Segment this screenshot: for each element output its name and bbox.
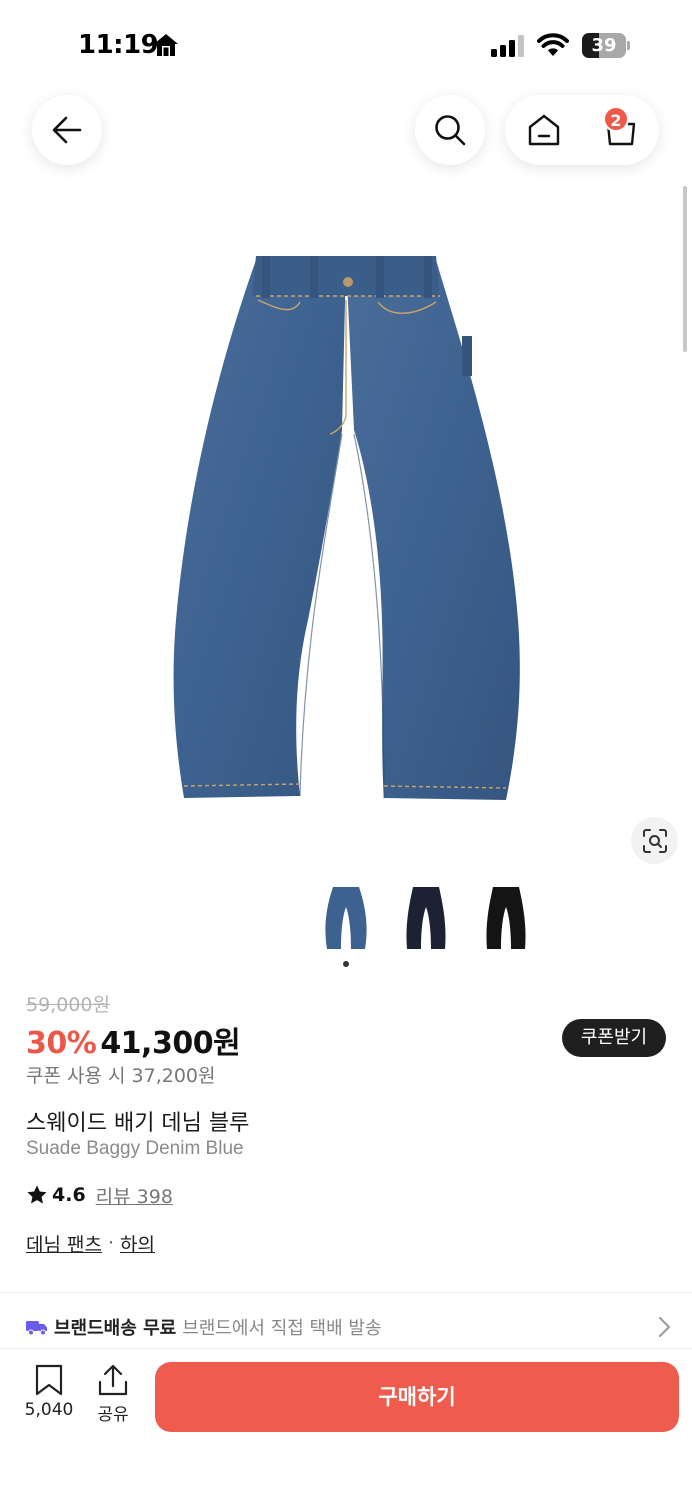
signal-icon	[491, 35, 525, 61]
thumbnail-black[interactable]	[476, 880, 536, 956]
thumbnail-blue[interactable]	[316, 880, 376, 956]
shipping-info-row[interactable]: 브랜드배송 무료 브랜드에서 직접 택배 발송	[26, 1312, 671, 1342]
rating-row: 4.6 리뷰 398	[26, 1181, 173, 1209]
delivery-truck-icon	[26, 1321, 47, 1336]
rating-value: 4.6	[52, 1184, 86, 1206]
shipping-title: 브랜드배송 무료	[54, 1318, 177, 1339]
home-cart-group: 2	[505, 95, 659, 165]
image-search-button[interactable]	[631, 817, 678, 864]
category-link-denim-pants[interactable]: 데님 팬츠	[26, 1230, 102, 1257]
share-icon	[98, 1364, 128, 1396]
search-icon	[435, 115, 466, 146]
product-name-en: Suade Baggy Denim Blue	[26, 1138, 244, 1159]
status-bar: 11:19 39	[0, 0, 692, 90]
share-label: 공유	[97, 1405, 129, 1425]
get-coupon-button[interactable]: 쿠폰받기	[562, 1019, 666, 1057]
category-breadcrumb: 데님 팬츠 · 하의	[26, 1229, 155, 1257]
search-button[interactable]	[415, 95, 485, 165]
cart-count-badge: 2	[603, 106, 629, 132]
share-button[interactable]: 공유	[94, 1364, 132, 1425]
sale-price: 41,300원	[100, 1026, 241, 1061]
review-link[interactable]: 리뷰 398	[96, 1182, 173, 1209]
page-indicator-dot	[343, 961, 349, 967]
bookmark-button[interactable]: 5,040	[22, 1364, 76, 1420]
lens-scan-icon	[642, 828, 667, 853]
bookmark-icon	[35, 1364, 63, 1396]
star-icon	[27, 1185, 47, 1204]
buy-button[interactable]: 구매하기	[155, 1362, 679, 1432]
thumbnail-navy[interactable]	[396, 880, 456, 956]
original-price: 59,000원	[26, 994, 110, 1016]
section-divider	[0, 1292, 692, 1293]
shipping-description: 브랜드에서 직접 택배 발송	[182, 1318, 382, 1339]
status-time: 11:19	[78, 30, 159, 60]
battery-indicator: 39	[582, 33, 630, 58]
category-link-bottoms[interactable]: 하의	[120, 1230, 155, 1257]
bookmark-count: 5,040	[24, 1400, 74, 1420]
back-button[interactable]	[32, 95, 102, 165]
battery-level-text: 39	[591, 35, 617, 56]
coupon-price: 쿠폰 사용 시 37,200원	[26, 1065, 216, 1087]
home-icon	[528, 114, 559, 146]
discount-rate: 30%	[26, 1026, 97, 1061]
arrow-left-icon	[52, 116, 82, 144]
home-button[interactable]	[505, 95, 582, 165]
wifi-icon	[537, 33, 569, 61]
home-indicator-icon	[152, 32, 180, 62]
product-name-ko: 스웨이드 배기 데님 블루	[26, 1111, 250, 1136]
chevron-right-icon	[659, 1317, 670, 1337]
product-image[interactable]	[0, 220, 692, 840]
category-separator: ·	[107, 1232, 115, 1254]
price-row: 30% 41,300원	[26, 1018, 241, 1061]
